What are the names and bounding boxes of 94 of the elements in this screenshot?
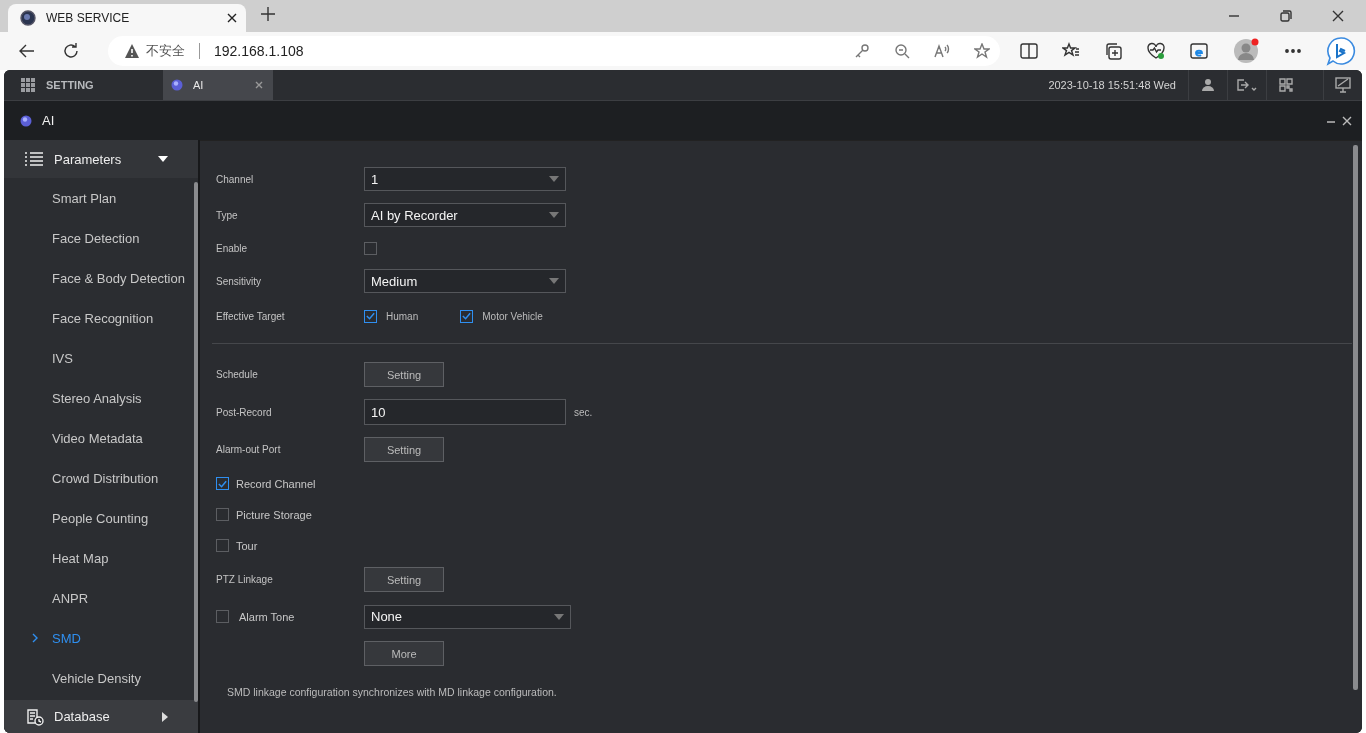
avatar-icon[interactable] — [1232, 37, 1260, 65]
sidebar-item[interactable]: SMD — [4, 618, 198, 658]
field-label: Type — [216, 209, 239, 221]
setting-button[interactable]: Setting — [364, 362, 444, 387]
star-icon[interactable] — [974, 43, 990, 59]
dropdown[interactable]: Medium — [364, 269, 566, 293]
address-bar[interactable]: 不安全 192.168.1.108 — [108, 36, 1000, 66]
field-label: Post-Record — [216, 406, 273, 418]
checkbox[interactable] — [460, 309, 474, 323]
restore-icon[interactable] — [1280, 10, 1292, 22]
back-icon[interactable] — [18, 42, 36, 60]
url-text: 192.168.1.108 — [214, 43, 304, 59]
checkbox-label: Alarm Tone — [239, 610, 295, 623]
checkbox[interactable] — [364, 309, 377, 323]
sidebar-item[interactable]: Face Recognition — [4, 298, 198, 338]
split-screen-icon[interactable] — [1020, 42, 1038, 60]
caret-down-icon — [549, 212, 559, 218]
refresh-icon[interactable] — [62, 42, 80, 60]
check-icon — [365, 310, 376, 322]
sidebar-item[interactable]: Face Detection — [4, 218, 198, 258]
plus-icon[interactable] — [260, 6, 276, 22]
sidebar-item[interactable]: Crowd Distribution — [4, 458, 198, 498]
caret-down-icon — [549, 278, 559, 284]
checkbox-label: Picture Storage — [236, 508, 312, 521]
checkbox[interactable] — [216, 610, 229, 623]
ie-mode-icon[interactable] — [1190, 42, 1208, 60]
info-note: SMD linkage configuration synchronizes with MD linkage configuration. — [227, 686, 558, 698]
qr-code-icon[interactable] — [1279, 78, 1293, 92]
input-field[interactable]: 10 — [364, 399, 566, 425]
field-label: PTZ Linkage — [216, 574, 274, 585]
sidebar-item[interactable]: Video Metadata — [4, 418, 198, 458]
sidebar-item[interactable]: People Counting — [4, 498, 198, 538]
warning-icon — [124, 43, 140, 59]
option-label: Human — [386, 310, 419, 322]
setting-button[interactable]: Setting — [364, 567, 444, 592]
checkbox[interactable] — [216, 508, 229, 521]
more-button[interactable]: More — [364, 641, 444, 666]
grid-icon — [20, 77, 36, 93]
security-label: 不安全 — [146, 42, 185, 60]
app-tab[interactable]: AI — [163, 70, 273, 100]
field-label: Sensitivity — [216, 275, 262, 287]
read-aloud-icon[interactable] — [934, 43, 950, 59]
datetime-text: 2023-10-18 15:51:48 Wed — [1047, 79, 1177, 91]
field-label: Alarm-out Port — [216, 444, 282, 455]
user-icon[interactable] — [1201, 78, 1215, 92]
checkbox-label: Record Channel — [236, 477, 316, 490]
field-label: Channel — [216, 173, 255, 185]
browser-tab[interactable]: WEB SERVICE — [8, 4, 246, 32]
chevron-right-icon — [32, 633, 38, 643]
dropdown[interactable]: 1 — [364, 167, 566, 191]
globe-icon — [20, 114, 32, 127]
browser-tab-title: WEB SERVICE — [46, 11, 131, 25]
globe-icon — [171, 79, 183, 91]
caret-right-icon — [162, 711, 168, 722]
sidebar-item[interactable]: Heat Map — [4, 538, 198, 578]
monitor-icon[interactable] — [1335, 77, 1351, 93]
sidebar-item[interactable]: Smart Plan — [4, 178, 198, 218]
globe-icon — [20, 10, 36, 26]
close-icon[interactable] — [226, 12, 238, 24]
sidebar-item[interactable]: IVS — [4, 338, 198, 378]
field-label: Enable — [216, 242, 249, 254]
close-icon[interactable] — [1332, 10, 1344, 22]
dropdown[interactable]: None — [364, 604, 571, 629]
check-icon — [461, 310, 473, 322]
field-label: Effective Target — [216, 310, 286, 322]
collections-icon[interactable] — [1104, 42, 1122, 60]
caret-down-icon — [158, 156, 168, 162]
checkbox[interactable] — [364, 241, 377, 255]
key-icon[interactable] — [854, 43, 870, 59]
sidebar-group[interactable]: Database — [4, 700, 198, 733]
window-title: AI — [42, 113, 55, 128]
logout-icon[interactable] — [1236, 78, 1258, 92]
caret-down-icon — [554, 613, 564, 620]
option-label: Motor Vehicle — [482, 310, 543, 322]
checkbox[interactable] — [216, 477, 229, 490]
field-label: Schedule — [216, 369, 259, 380]
caret-down-icon — [549, 176, 559, 182]
setting-button[interactable]: Setting — [364, 437, 444, 462]
database-icon — [26, 707, 44, 726]
checkbox-label: Tour — [236, 539, 258, 552]
list-icon — [24, 151, 44, 167]
sidebar-item[interactable]: Vehicle Density — [4, 658, 198, 698]
sidebar-item[interactable]: Face & Body Detection — [4, 258, 198, 298]
zoom-out-icon[interactable] — [894, 43, 910, 59]
sidebar-group[interactable]: Parameters — [4, 140, 198, 178]
sidebar-item[interactable]: ANPR — [4, 578, 198, 618]
unit-label: sec. — [574, 406, 593, 418]
close-icon[interactable] — [1342, 115, 1352, 126]
dropdown[interactable]: AI by Recorder — [364, 203, 566, 227]
checkbox[interactable] — [216, 539, 229, 552]
chat-icon[interactable] — [1326, 36, 1356, 66]
app-tab[interactable]: SETTING — [4, 70, 163, 100]
heart-pulse-icon[interactable] — [1146, 42, 1166, 60]
sidebar-item[interactable]: Stereo Analysis — [4, 378, 198, 418]
